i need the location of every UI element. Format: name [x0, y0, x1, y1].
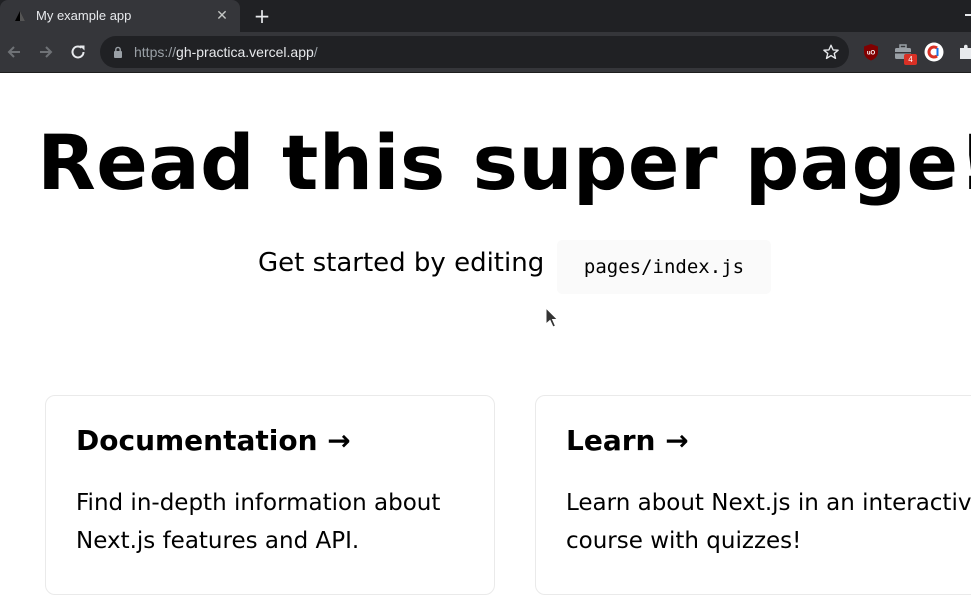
- url-text[interactable]: https://gh-practica.vercel.app/: [134, 44, 318, 60]
- reload-icon[interactable]: [68, 42, 88, 62]
- tab-title: My example app: [36, 8, 132, 23]
- address-bar[interactable]: https://gh-practica.vercel.app/: [100, 36, 849, 68]
- arrow-left-icon[interactable]: [4, 42, 24, 62]
- extensions-puzzle-icon[interactable]: [956, 42, 971, 62]
- browser-toolbar: https://gh-practica.vercel.app/ uO: [0, 32, 971, 73]
- tab-close-icon[interactable]: ✕: [214, 8, 230, 24]
- extension-badge: 4: [904, 54, 917, 65]
- page-title: Read this super page!: [37, 118, 971, 207]
- url-host: gh-practica.vercel.app: [176, 44, 314, 60]
- url-scheme: https://: [134, 44, 177, 60]
- new-tab-button[interactable]: +: [252, 6, 272, 26]
- mouse-pointer-icon: [545, 307, 559, 328]
- card-description: Learn about Next.js in an interactive co…: [566, 490, 971, 554]
- code-snippet: pages/index.js: [557, 240, 771, 294]
- arrow-right-icon[interactable]: [36, 42, 56, 62]
- lock-icon[interactable]: [112, 46, 124, 58]
- card-description: Find in-depth information about Next.js …: [76, 490, 441, 554]
- card-learn[interactable]: Learn → Learn about Next.js in an intera…: [535, 395, 971, 595]
- svg-text:uO: uO: [867, 51, 876, 57]
- star-icon[interactable]: [822, 43, 840, 61]
- vercel-triangle-icon: [15, 11, 25, 21]
- page-description: Get started by editing: [258, 248, 545, 278]
- window-minimize-button[interactable]: [965, 14, 971, 16]
- url-path: /: [313, 44, 318, 60]
- ublock-origin-extension-icon[interactable]: uO: [861, 42, 881, 62]
- browser-tab[interactable]: My example app ✕: [0, 0, 240, 32]
- card-title: Documentation →: [76, 424, 351, 457]
- c-extension-icon[interactable]: [924, 42, 944, 62]
- tab-strip: My example app ✕ +: [0, 0, 971, 32]
- card-title: Learn →: [566, 424, 689, 457]
- card-documentation[interactable]: Documentation → Find in-depth informatio…: [45, 395, 495, 595]
